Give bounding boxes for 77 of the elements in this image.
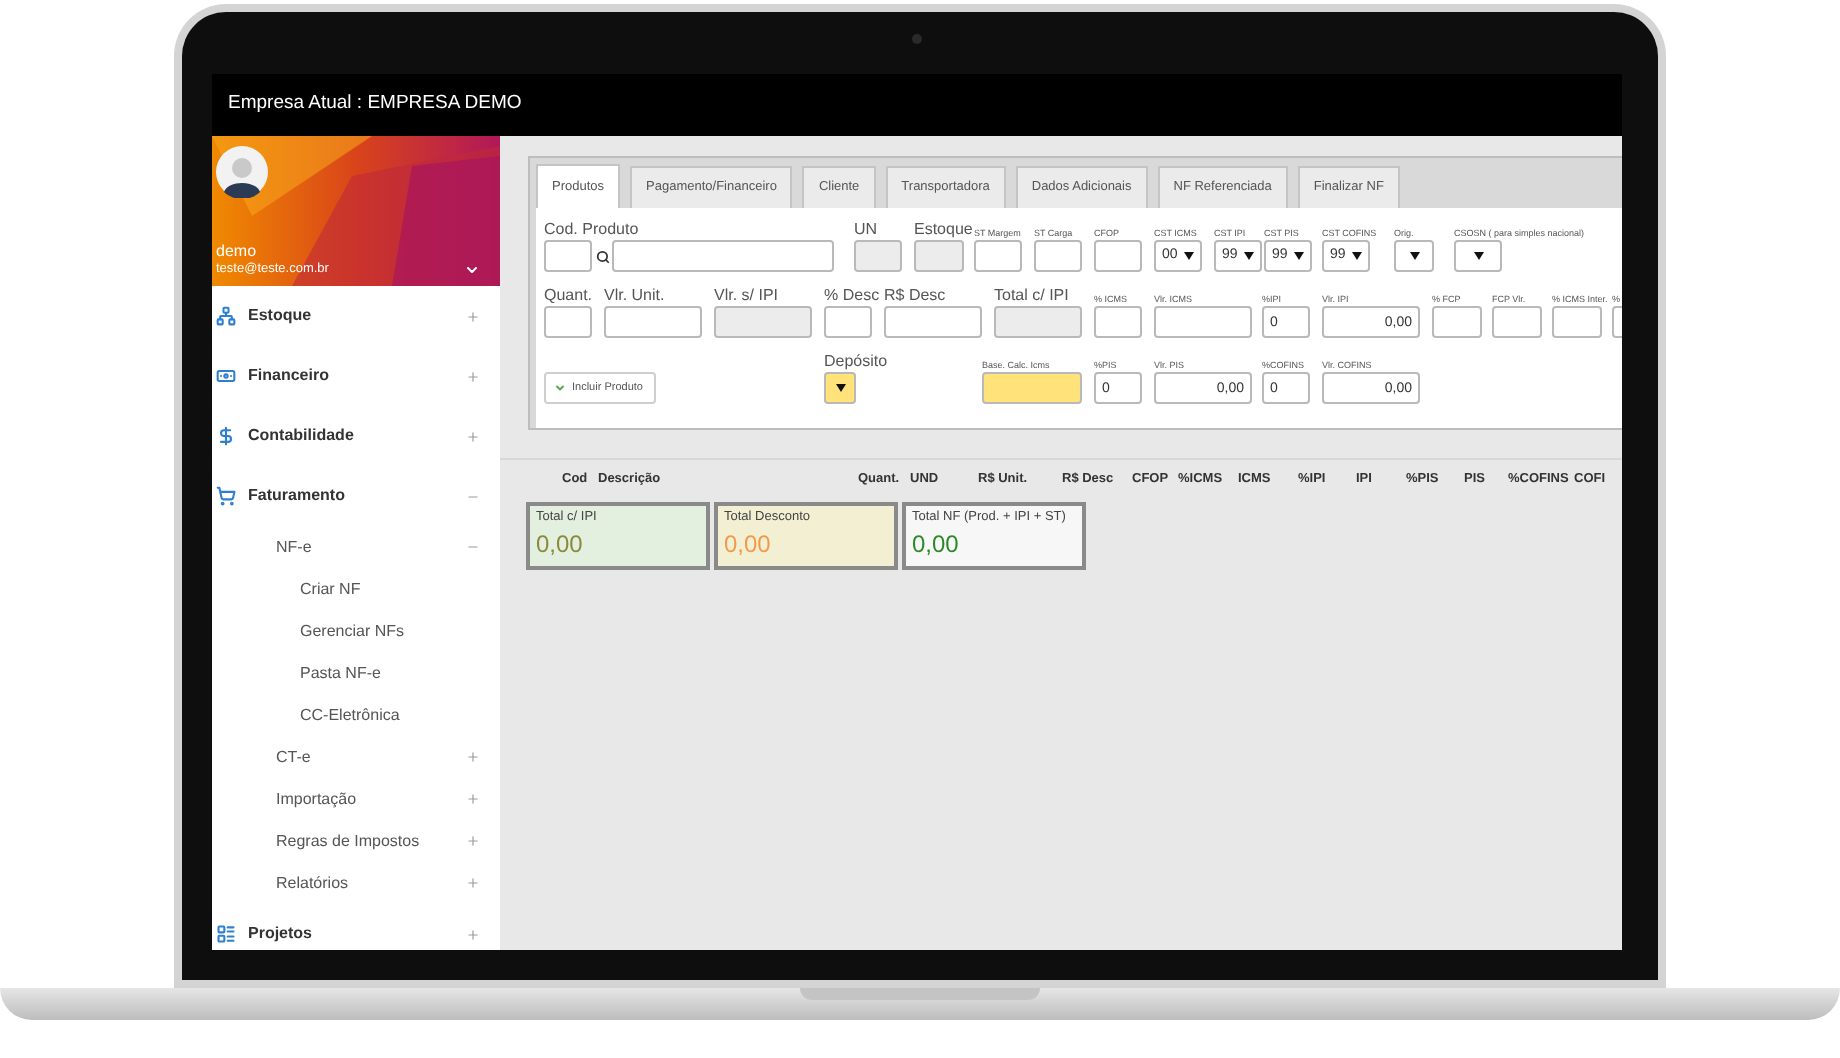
input-field[interactable] [884, 306, 982, 338]
chevron-icon[interactable] [464, 262, 480, 278]
input-field[interactable] [714, 306, 812, 338]
chevron-icon [554, 382, 566, 394]
search-icon[interactable] [595, 249, 609, 263]
field-label: Depósito [824, 354, 888, 370]
sidebar-link[interactable]: CC-Eletrônica [300, 703, 400, 727]
sidebar-link[interactable]: Criar NF [300, 577, 361, 601]
field-label: % Desc [824, 288, 880, 304]
input-field[interactable] [1094, 240, 1142, 272]
caret-icon [1294, 252, 1304, 260]
total-value: 0,00 [536, 527, 585, 560]
plus-icon[interactable] [466, 876, 480, 890]
field-label: Vlr. Unit. [604, 288, 665, 304]
field-label: Quant. [544, 288, 593, 304]
field-label: Estoque [914, 222, 973, 238]
network-icon [216, 306, 236, 326]
select-field[interactable] [1394, 240, 1434, 272]
input-field[interactable] [1492, 306, 1542, 338]
sidebar-item[interactable]: Faturamento [248, 484, 454, 508]
dollar-icon [216, 426, 236, 446]
plus-icon[interactable] [466, 309, 480, 323]
caret-icon [1184, 252, 1194, 260]
input-field[interactable] [544, 240, 592, 272]
field-label: Cod. Produto [544, 222, 639, 238]
user-name: demo [216, 241, 259, 262]
camera-icon [912, 34, 922, 44]
input-field[interactable] [604, 306, 702, 338]
sidebar-item[interactable]: Financeiro [248, 364, 454, 388]
sidebar-link[interactable]: Pasta NF-e [300, 661, 381, 685]
minus-icon[interactable] [466, 540, 480, 554]
input-field[interactable] [854, 240, 902, 272]
select-field[interactable] [824, 372, 856, 404]
plus-icon[interactable] [466, 369, 480, 383]
caret-icon [835, 384, 845, 392]
field-label: Total c/ IPI [994, 288, 1069, 304]
sidebar-subitem[interactable]: NF-e [276, 535, 466, 559]
plus-icon[interactable] [466, 429, 480, 443]
sidebar-item[interactable]: Estoque [248, 304, 454, 328]
banknote-icon [216, 366, 236, 386]
input-field[interactable] [1094, 306, 1142, 338]
input-field[interactable] [612, 240, 834, 272]
caret-icon [1244, 252, 1254, 260]
list-icon [216, 924, 236, 944]
input-field[interactable] [1552, 306, 1602, 338]
caret-icon [1352, 252, 1362, 260]
total-value: 0,00 [912, 527, 961, 560]
plus-icon[interactable] [466, 750, 480, 764]
sidebar-item[interactable]: Projetos [248, 922, 454, 946]
field-label: Vlr. s/ IPI [714, 288, 779, 304]
input-field[interactable] [914, 240, 964, 272]
plus-icon[interactable] [466, 927, 480, 941]
field-label: R$ Desc [884, 288, 946, 304]
sidebar-subitem[interactable]: Importação [276, 787, 466, 811]
plus-icon[interactable] [466, 792, 480, 806]
plus-icon[interactable] [466, 834, 480, 848]
sidebar-subitem[interactable]: CT-e [276, 745, 466, 769]
sidebar-subitem[interactable]: Regras de Impostos [276, 829, 466, 853]
input-field[interactable] [974, 240, 1022, 272]
caret-icon [1473, 252, 1483, 260]
sidebar-link[interactable]: Gerenciar NFs [300, 619, 405, 643]
input-field[interactable] [1154, 306, 1252, 338]
caret-icon [1409, 252, 1419, 260]
input-field[interactable] [994, 306, 1082, 338]
select-field[interactable] [1454, 240, 1502, 272]
input-field[interactable] [1034, 240, 1082, 272]
sidebar-item[interactable]: Contabilidade [248, 424, 454, 448]
input-field[interactable] [824, 306, 872, 338]
avatar-icon [216, 146, 268, 198]
total-value: 0,00 [724, 527, 773, 560]
input-field[interactable] [544, 306, 592, 338]
sidebar-subitem[interactable]: Relatórios [276, 871, 466, 895]
company-title: Empresa Atual : EMPRESA DEMO [228, 90, 522, 119]
input-field[interactable] [1432, 306, 1482, 338]
field-label: UN [854, 222, 878, 238]
cart-icon [216, 486, 236, 506]
input-field[interactable] [982, 372, 1082, 404]
